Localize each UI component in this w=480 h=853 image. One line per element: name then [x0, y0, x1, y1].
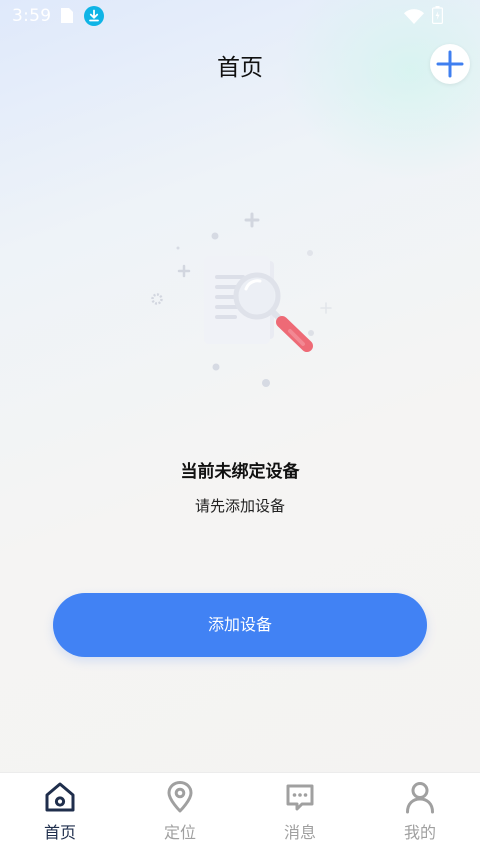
person-icon: [406, 782, 434, 814]
status-time: 3:59: [12, 6, 52, 26]
plus-icon: [436, 50, 464, 78]
download-icon: [84, 6, 104, 26]
empty-state-illustration: [151, 212, 332, 387]
nav-item-location[interactable]: 定位: [120, 773, 240, 853]
nav-label-location: 定位: [163, 823, 196, 842]
home-icon: [45, 782, 75, 812]
status-bar: 3:59: [0, 0, 480, 32]
nav-label-home: 首页: [43, 823, 76, 842]
location-pin-icon: [167, 781, 193, 813]
nav-item-home[interactable]: 首页: [0, 773, 120, 853]
add-device-button[interactable]: 添加设备: [53, 593, 427, 657]
page-title: 首页: [217, 55, 263, 81]
add-button[interactable]: [430, 44, 470, 84]
empty-state-title: 当前未绑定设备: [180, 462, 300, 482]
bottom-nav: 首页 定位 消息 我的: [0, 772, 480, 853]
nav-label-mine: 我的: [403, 823, 436, 842]
nav-item-message[interactable]: 消息: [240, 773, 360, 853]
battery-icon: [432, 6, 443, 24]
sim-card-icon: [61, 8, 73, 23]
message-icon: [286, 784, 314, 811]
wifi-icon: [404, 9, 424, 24]
empty-state-subtitle: 请先添加设备: [194, 497, 285, 515]
nav-item-mine[interactable]: 我的: [360, 773, 480, 853]
nav-label-message: 消息: [283, 823, 316, 842]
screen: 3:59 首页 当前未绑定设备 请先添加设备 添加设备 首页 定位 消息 我的: [0, 0, 480, 853]
